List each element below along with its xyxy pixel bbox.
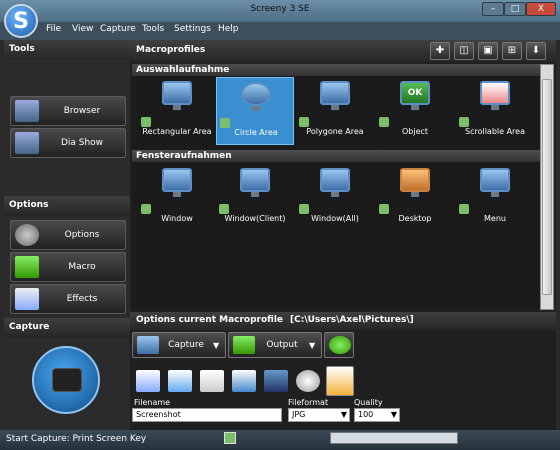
ok-object-icon: OK [400, 81, 430, 105]
window-all-icon [320, 168, 350, 192]
effects-button[interactable]: Effects [10, 284, 126, 314]
minimize-button[interactable]: – [482, 2, 504, 16]
desktop-icon [400, 168, 430, 192]
browser-button[interactable]: Browser [10, 96, 126, 126]
clock-icon[interactable] [296, 370, 320, 392]
macro-icon [379, 204, 389, 214]
tile-window-client[interactable]: Window(Client) [216, 164, 294, 232]
slideshow-icon [15, 132, 39, 154]
fileformat-label: Fileformat [288, 398, 329, 407]
capture-button[interactable] [32, 346, 100, 414]
grid-icon[interactable]: ⊞ [502, 42, 522, 60]
monitor-effect-icon[interactable] [264, 370, 288, 392]
download-arrow-icon [233, 336, 255, 354]
chevron-down-icon: ▼ [213, 340, 220, 350]
tile-polygone-area[interactable]: Polygone Area [296, 77, 374, 145]
cursor-icon[interactable] [200, 370, 224, 392]
menu-bar: File View Capture Tools Settings Help [0, 22, 560, 40]
macro-icon [459, 117, 469, 127]
options-button[interactable]: Options [10, 220, 126, 250]
camera-icon [52, 368, 82, 392]
output-path: [C:\Users\Axel\Pictures\] [290, 315, 414, 325]
close-button[interactable]: X [526, 2, 556, 16]
macro-icon [220, 118, 230, 128]
sidebar: Tools Browser Dia Show Options Options M… [4, 40, 130, 430]
macro-icon [459, 204, 469, 214]
tile-object[interactable]: OK Object [376, 77, 454, 145]
main-panel: Macroprofiles ✚ ◫ ▣ ⊞ ⬇ Auswahlaufnahme … [130, 40, 556, 430]
quality-label: Quality [354, 398, 383, 407]
monitor-icon [137, 336, 159, 354]
status-progress [330, 432, 458, 444]
status-icon [224, 432, 236, 444]
options-current-title: Options current Macroprofile [136, 315, 284, 325]
group-fensteraufnahmen: Fensteraufnahmen [132, 150, 540, 162]
torn-edge-icon[interactable] [168, 370, 192, 392]
filename-label: Filename [134, 398, 171, 407]
menu-view[interactable]: View [72, 24, 93, 34]
save-icon[interactable]: ▣ [478, 42, 498, 60]
macro-icon [299, 117, 309, 127]
menu-help[interactable]: Help [218, 24, 239, 34]
app-logo-icon: S [4, 4, 38, 38]
rectangle-icon [162, 81, 192, 105]
tile-rectangular-area[interactable]: Rectangular Area [138, 77, 216, 145]
window-client-icon [240, 168, 270, 192]
group-auswahlaufnahme: Auswahlaufnahme [132, 64, 540, 76]
filename-field[interactable]: Screenshot [132, 408, 282, 422]
maximize-button[interactable]: □ [504, 2, 526, 16]
macro-icon [219, 204, 229, 214]
download-icon[interactable]: ⬇ [526, 42, 546, 60]
macroprofile-gallery: Auswahlaufnahme Rectangular Area Circle … [132, 64, 540, 310]
chevron-down-icon: ▼ [309, 340, 316, 350]
arrow-right-icon [15, 256, 39, 278]
tile-scrollable-area[interactable]: Scrollable Area [456, 77, 534, 145]
options-current-header: Options current Macroprofile [C:\Users\A… [130, 312, 556, 330]
quality-select[interactable]: 100 ▼ [354, 408, 400, 422]
options-section-title: Options [4, 196, 130, 216]
macro-icon [379, 117, 389, 127]
menu-settings[interactable]: Settings [174, 24, 211, 34]
macro-icon [141, 204, 151, 214]
tile-window-all[interactable]: Window(All) [296, 164, 374, 232]
capture-section-title: Capture [4, 318, 130, 338]
menu-capture[interactable]: Capture [100, 24, 136, 34]
tile-circle-area[interactable]: Circle Area [216, 77, 294, 145]
polygon-icon [320, 81, 350, 105]
refresh-icon[interactable]: ◫ [454, 42, 474, 60]
scroll-thumb[interactable] [542, 79, 552, 295]
status-text: Start Capture: Print Screen Key [6, 434, 147, 444]
gallery-scrollbar[interactable] [540, 64, 554, 310]
tile-desktop[interactable]: Desktop [376, 164, 454, 232]
capture-dropdown[interactable]: Capture ▼ [132, 332, 226, 358]
dia-show-button[interactable]: Dia Show [10, 128, 126, 158]
window-frame-icon[interactable] [136, 370, 160, 392]
circle-icon [241, 82, 271, 106]
tools-section-title: Tools [4, 40, 130, 60]
window-icon [162, 168, 192, 192]
browser-icon [15, 100, 39, 122]
settings-gear-button[interactable] [324, 332, 354, 358]
effects-icon [15, 288, 39, 310]
chevron-down-icon: ▼ [340, 410, 347, 419]
fileformat-select[interactable]: JPG ▼ [288, 408, 350, 422]
chevron-down-icon: ▼ [390, 410, 397, 419]
window-title: Screeny 3 SE [250, 4, 310, 14]
macro-icon [141, 117, 151, 127]
tile-window[interactable]: Window [138, 164, 216, 232]
menu-tools[interactable]: Tools [142, 24, 164, 34]
menu-file[interactable]: File [46, 24, 61, 34]
scroll-icon [480, 81, 510, 105]
add-icon[interactable]: ✚ [430, 42, 450, 60]
tile-menu[interactable]: Menu [456, 164, 534, 232]
macro-icon [299, 204, 309, 214]
gear-icon [329, 336, 351, 354]
macro-button[interactable]: Macro [10, 252, 126, 282]
timestamp-icon[interactable] [232, 370, 256, 392]
paint-bucket-icon[interactable] [326, 366, 354, 396]
menu-icon [480, 168, 510, 192]
gear-icon [15, 224, 39, 246]
output-dropdown[interactable]: Output ▼ [228, 332, 322, 358]
